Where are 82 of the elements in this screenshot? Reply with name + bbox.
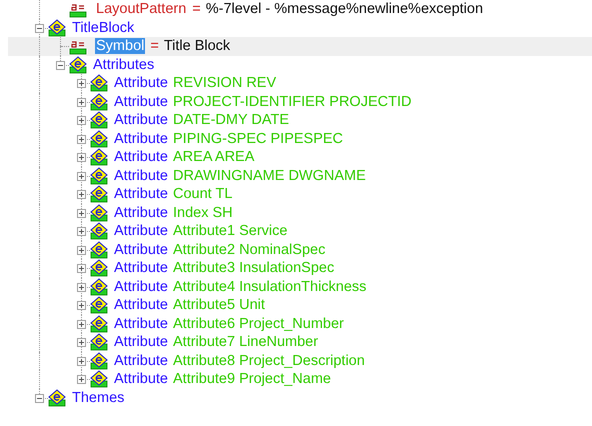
element-icon — [90, 74, 108, 92]
property-name[interactable]: LayoutPattern — [95, 1, 188, 18]
element-value: Attribute9 Project_Name — [173, 371, 331, 388]
element-icon — [48, 18, 66, 37]
element-value: Attribute3 InsulationSpec — [173, 260, 334, 276]
element-icon — [90, 352, 108, 370]
element-icon — [90, 204, 108, 222]
collapse-toggle-icon[interactable] — [35, 24, 44, 32]
expand-toggle-icon[interactable] — [77, 227, 86, 236]
element-icon — [90, 166, 108, 185]
element-value: DRAWINGNAME DWGNAME — [173, 168, 366, 184]
equals-sign: = — [150, 38, 159, 54]
element-value: Attribute6 Project_Number — [173, 316, 344, 332]
expand-toggle-icon[interactable] — [77, 375, 86, 384]
expand-toggle-icon[interactable] — [77, 338, 86, 347]
element-icon — [69, 56, 87, 74]
element-icon — [90, 240, 108, 259]
element-name[interactable]: Attribute — [114, 334, 168, 350]
element-value: AREA AREA — [173, 149, 254, 166]
element-name[interactable]: Themes — [72, 390, 124, 406]
element-name[interactable]: Attribute — [114, 278, 168, 295]
element-value: REVISION REV — [173, 75, 276, 92]
expand-toggle-icon[interactable] — [77, 79, 86, 88]
element-icon — [90, 296, 108, 314]
element-name[interactable]: Attribute — [114, 149, 168, 166]
expand-toggle-icon[interactable] — [77, 356, 86, 366]
element-value: Attribute4 InsulationThickness — [173, 278, 366, 295]
element-value: Attribute5 Unit — [173, 297, 265, 314]
expand-toggle-icon[interactable] — [77, 320, 86, 328]
element-name[interactable]: Attribute — [114, 186, 168, 202]
element-icon — [90, 333, 108, 352]
element-icon — [48, 388, 66, 407]
element-icon — [90, 259, 108, 278]
expand-toggle-icon[interactable] — [77, 301, 86, 310]
element-name[interactable]: TitleBlock — [72, 20, 134, 36]
element-name[interactable]: Attribute — [114, 297, 168, 314]
element-icon — [90, 111, 108, 130]
element-icon — [90, 148, 108, 166]
expand-toggle-icon[interactable] — [77, 246, 86, 254]
expand-toggle-icon[interactable] — [77, 153, 86, 162]
element-icon — [90, 370, 108, 388]
element-icon — [90, 222, 108, 240]
expand-toggle-icon[interactable] — [77, 208, 86, 218]
element-name[interactable]: Attribute — [114, 223, 168, 240]
element-name[interactable]: Attribute — [114, 260, 168, 276]
element-value: Index SH — [173, 204, 233, 221]
element-name[interactable]: Attribute — [114, 130, 168, 147]
element-name[interactable]: Attribute — [114, 112, 168, 128]
property-value: %-7level - %message%newline%exception — [206, 1, 484, 18]
element-icon — [90, 130, 108, 148]
expand-toggle-icon[interactable] — [77, 98, 86, 106]
expand-toggle-icon[interactable] — [77, 172, 86, 180]
element-name[interactable]: Attribute — [114, 204, 168, 221]
element-icon — [90, 314, 108, 333]
expand-toggle-icon[interactable] — [77, 134, 86, 144]
element-name[interactable]: Attribute — [114, 242, 168, 258]
element-value: Attribute7 LineNumber — [173, 334, 318, 350]
element-name[interactable]: Attributes — [93, 56, 154, 73]
element-icon — [90, 185, 108, 204]
equals-sign: = — [192, 1, 201, 18]
element-name[interactable]: Attribute — [114, 316, 168, 332]
element-name[interactable]: Attribute — [114, 75, 168, 92]
element-name[interactable]: Attribute — [114, 94, 168, 110]
collapse-toggle-icon[interactable] — [35, 394, 44, 402]
collapse-toggle-icon[interactable] — [56, 60, 65, 70]
property-value: Title Block — [164, 38, 230, 54]
element-value: DATE-DMY DATE — [173, 112, 290, 128]
expand-toggle-icon[interactable] — [77, 190, 86, 199]
element-value: PROJECT-IDENTIFIER PROJECTID — [173, 94, 412, 110]
element-value: Attribute1 Service — [173, 223, 288, 240]
element-value: PIPING-SPEC PIPESPEC — [173, 130, 344, 147]
expand-toggle-icon[interactable] — [77, 116, 86, 125]
element-icon — [90, 92, 108, 111]
element-value: Count TL — [173, 186, 232, 202]
element-name[interactable]: Attribute — [114, 371, 168, 388]
element-name[interactable]: Attribute — [114, 352, 168, 369]
element-value: Attribute8 Project_Description — [173, 352, 365, 369]
element-icon — [90, 278, 108, 296]
expand-toggle-icon[interactable] — [77, 282, 86, 292]
expand-toggle-icon[interactable] — [77, 264, 86, 273]
element-value: Attribute2 NominalSpec — [173, 242, 326, 258]
element-name[interactable]: Attribute — [114, 168, 168, 184]
